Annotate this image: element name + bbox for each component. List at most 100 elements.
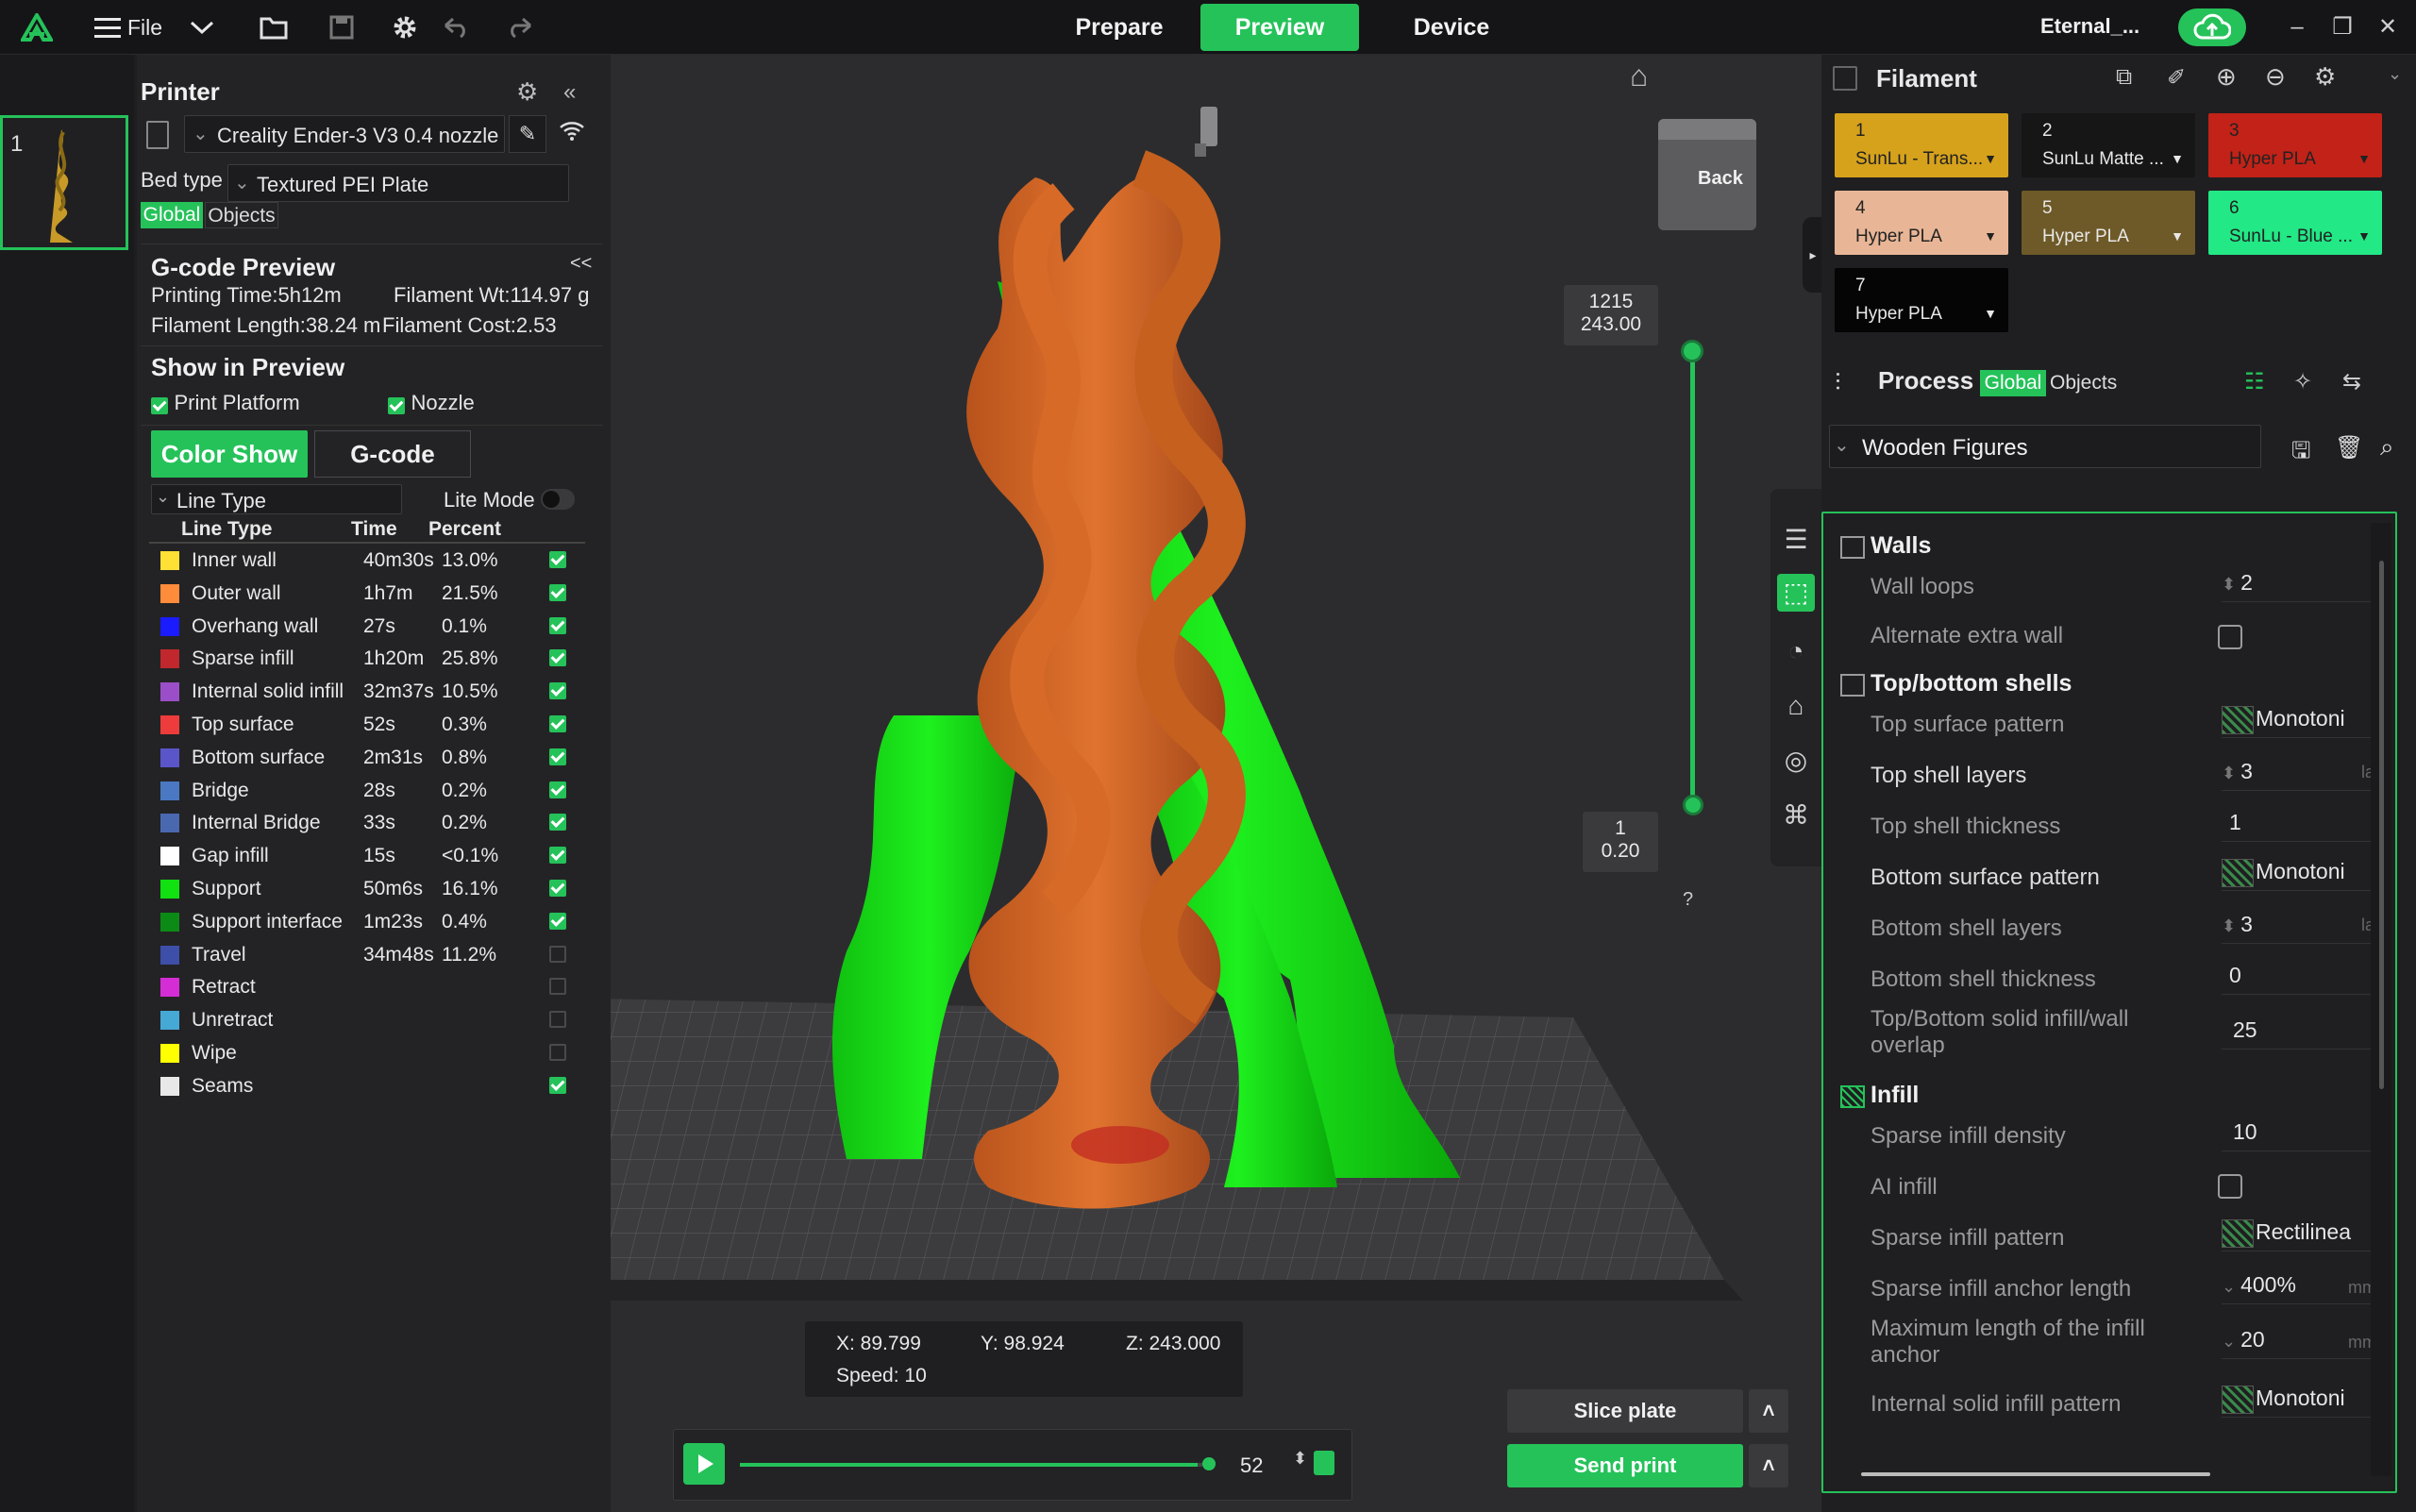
bottom-shell-thickness-input[interactable]: 0 bbox=[2222, 963, 2373, 995]
send-options-chevron-up-icon[interactable]: ˄ bbox=[1749, 1444, 1788, 1487]
command-icon[interactable]: ⌘ bbox=[1777, 797, 1815, 834]
line-type-row[interactable]: Support 50m6s 16.1% bbox=[149, 872, 585, 904]
process-scope-objects[interactable]: Objects bbox=[2050, 370, 2117, 396]
top-shell-thickness-input[interactable]: 1 bbox=[2222, 810, 2373, 842]
horizontal-scrollbar[interactable] bbox=[1861, 1472, 2210, 1476]
visibility-checkbox-unchecked[interactable] bbox=[549, 978, 566, 996]
visibility-checkbox-checked[interactable] bbox=[549, 781, 566, 798]
vertical-scrollbar[interactable] bbox=[2371, 523, 2391, 1476]
filament-settings-gear-icon[interactable]: ⚙ bbox=[2314, 62, 2336, 92]
caret-down-icon[interactable]: ▼ bbox=[2171, 228, 2184, 244]
line-type-row[interactable]: Wipe bbox=[149, 1036, 585, 1068]
process-advanced-icon[interactable]: ✧ bbox=[2293, 368, 2312, 395]
caret-down-icon[interactable]: ▼ bbox=[2171, 151, 2184, 166]
alternate-extra-wall-checkbox[interactable] bbox=[2218, 625, 2242, 649]
collapse-sidebar-icon[interactable]: « bbox=[563, 79, 576, 106]
expand-right-panel-icon[interactable]: ▸ bbox=[1803, 217, 1823, 293]
line-type-row[interactable]: Gap infill 15s <0.1% bbox=[149, 839, 585, 871]
filament-slot[interactable]: 7 Hyper PLA ▼ bbox=[1835, 268, 2008, 332]
line-type-row[interactable]: Overhang wall 27s 0.1% bbox=[149, 610, 585, 642]
visibility-checkbox-checked[interactable] bbox=[549, 583, 566, 601]
scrollbar-thumb[interactable] bbox=[2379, 561, 2384, 1089]
progress-handle[interactable] bbox=[1202, 1457, 1216, 1470]
tab-device[interactable]: Device bbox=[1385, 4, 1518, 51]
visibility-checkbox-unchecked[interactable] bbox=[549, 945, 566, 963]
cloud-upload-button[interactable] bbox=[2178, 8, 2246, 46]
nozzle-checkbox[interactable]: Nozzle bbox=[388, 391, 475, 415]
layer-slider-bottom-handle[interactable] bbox=[1683, 795, 1703, 815]
filament-slot[interactable]: 5 Hyper PLA ▼ bbox=[2022, 191, 2195, 255]
internal-solid-pattern-select[interactable]: Monotoni bbox=[2222, 1386, 2373, 1418]
line-type-row[interactable]: Internal Bridge 33s 0.2% bbox=[149, 806, 585, 838]
visibility-checkbox-checked[interactable] bbox=[549, 912, 566, 930]
user-name[interactable]: Eternal_... bbox=[2040, 14, 2139, 39]
caret-down-icon[interactable]: ▼ bbox=[1984, 228, 1997, 244]
max-infill-anchor-input[interactable]: ⌄ 20mm bbox=[2222, 1327, 2373, 1359]
visibility-checkbox-checked[interactable] bbox=[549, 814, 566, 832]
file-menu[interactable]: File bbox=[127, 15, 162, 41]
caret-down-icon[interactable]: ▼ bbox=[1984, 306, 1997, 321]
tab-prepare[interactable]: Prepare bbox=[1053, 4, 1185, 51]
tab-preview[interactable]: Preview bbox=[1200, 4, 1359, 51]
settings-gear-icon[interactable] bbox=[389, 11, 421, 43]
filament-slot[interactable]: 4 Hyper PLA ▼ bbox=[1835, 191, 2008, 255]
visibility-checkbox-checked[interactable] bbox=[549, 682, 566, 700]
slice-plate-button[interactable]: Slice plate bbox=[1507, 1389, 1743, 1433]
play-button[interactable] bbox=[683, 1443, 725, 1485]
ai-infill-checkbox[interactable] bbox=[2218, 1174, 2242, 1199]
process-compare-icon[interactable]: ☷ bbox=[2244, 368, 2265, 395]
wall-loops-input[interactable]: ⬍ 2 bbox=[2222, 570, 2373, 602]
delete-preset-icon[interactable]: 🗑 bbox=[2335, 434, 2363, 462]
line-type-row[interactable]: Seams bbox=[149, 1069, 585, 1101]
seam-target-icon[interactable]: ◎ bbox=[1777, 742, 1815, 780]
visibility-checkbox-checked[interactable] bbox=[549, 880, 566, 897]
send-print-button[interactable]: Send print bbox=[1507, 1444, 1743, 1487]
top-surface-pattern-select[interactable]: Monotoni bbox=[2222, 706, 2373, 738]
printer-settings-gear-icon[interactable]: ⚙ bbox=[516, 77, 538, 107]
line-type-row[interactable]: Internal solid infill 32m37s 10.5% bbox=[149, 675, 585, 707]
restore-icon[interactable]: ❐ bbox=[2324, 11, 2361, 43]
layer-slider-track[interactable] bbox=[1690, 351, 1695, 804]
collapse-preview-button[interactable]: << bbox=[570, 253, 592, 275]
sparse-infill-density-input[interactable]: 10 bbox=[2222, 1119, 2373, 1151]
undo-icon[interactable] bbox=[440, 11, 472, 43]
gcode-3d-scene[interactable] bbox=[611, 55, 1821, 1512]
minimize-icon[interactable]: – bbox=[2278, 11, 2316, 43]
help-button[interactable]: ? bbox=[1683, 889, 1693, 911]
line-type-select[interactable]: ⌄ Line Type bbox=[151, 484, 402, 514]
caret-down-icon[interactable]: ▼ bbox=[2357, 228, 2371, 244]
visibility-checkbox-unchecked[interactable] bbox=[549, 1044, 566, 1061]
filament-slot[interactable]: 2 SunLu Matte ... ▼ bbox=[2022, 113, 2195, 177]
gcode-tab[interactable]: G-code bbox=[314, 430, 471, 478]
save-icon[interactable] bbox=[326, 11, 358, 43]
chevron-down-icon[interactable]: ⌄ bbox=[2388, 64, 2402, 84]
3d-viewport[interactable]: ⌂ Back 1215 243.00 1 0.20 ? X: 89.799 Y:… bbox=[611, 55, 1821, 1512]
chevron-down-icon[interactable] bbox=[186, 11, 218, 43]
line-type-row[interactable]: Sparse infill 1h20m 25.8% bbox=[149, 642, 585, 674]
line-type-row[interactable]: Top surface 52s 0.3% bbox=[149, 708, 585, 740]
speed-gauge-icon[interactable]: ◔ bbox=[1777, 632, 1815, 670]
visibility-checkbox-checked[interactable] bbox=[549, 649, 566, 667]
plate-thumbnail[interactable]: 1 bbox=[0, 115, 128, 250]
print-platform-checkbox[interactable]: Print Platform bbox=[151, 391, 300, 415]
printer-scope-objects[interactable]: Objects bbox=[205, 202, 278, 228]
line-type-row[interactable]: Inner wall 40m30s 13.0% bbox=[149, 544, 585, 576]
line-type-row[interactable]: Support interface 1m23s 0.4% bbox=[149, 905, 585, 937]
visibility-checkbox-checked[interactable] bbox=[549, 748, 566, 765]
line-type-row[interactable]: Travel 34m48s 11.2% bbox=[149, 938, 585, 970]
wifi-icon[interactable] bbox=[558, 117, 586, 146]
support-paint-icon[interactable]: ⌂ bbox=[1777, 687, 1815, 725]
home-view-icon[interactable]: ⌂ bbox=[1630, 59, 1668, 92]
process-share-icon[interactable]: ⇆ bbox=[2342, 368, 2361, 395]
layer-slider-top-handle[interactable] bbox=[1681, 340, 1703, 362]
process-preset-select[interactable]: ⌄ Wooden Figures bbox=[1829, 425, 2261, 468]
layers-view-icon[interactable]: ☰ bbox=[1777, 521, 1815, 559]
top-shell-layers-input[interactable]: ⬍ 3la bbox=[2222, 759, 2373, 791]
progress-track[interactable] bbox=[740, 1463, 1202, 1467]
visibility-checkbox-checked[interactable] bbox=[549, 1076, 566, 1094]
line-type-row[interactable]: Unretract bbox=[149, 1003, 585, 1035]
filament-slot[interactable]: 3 Hyper PLA ▼ bbox=[2208, 113, 2382, 177]
line-type-row[interactable]: Retract bbox=[149, 970, 585, 1002]
add-filament-icon[interactable]: ⊕ bbox=[2216, 62, 2237, 92]
search-icon[interactable]: ⌕ bbox=[2380, 432, 2394, 462]
